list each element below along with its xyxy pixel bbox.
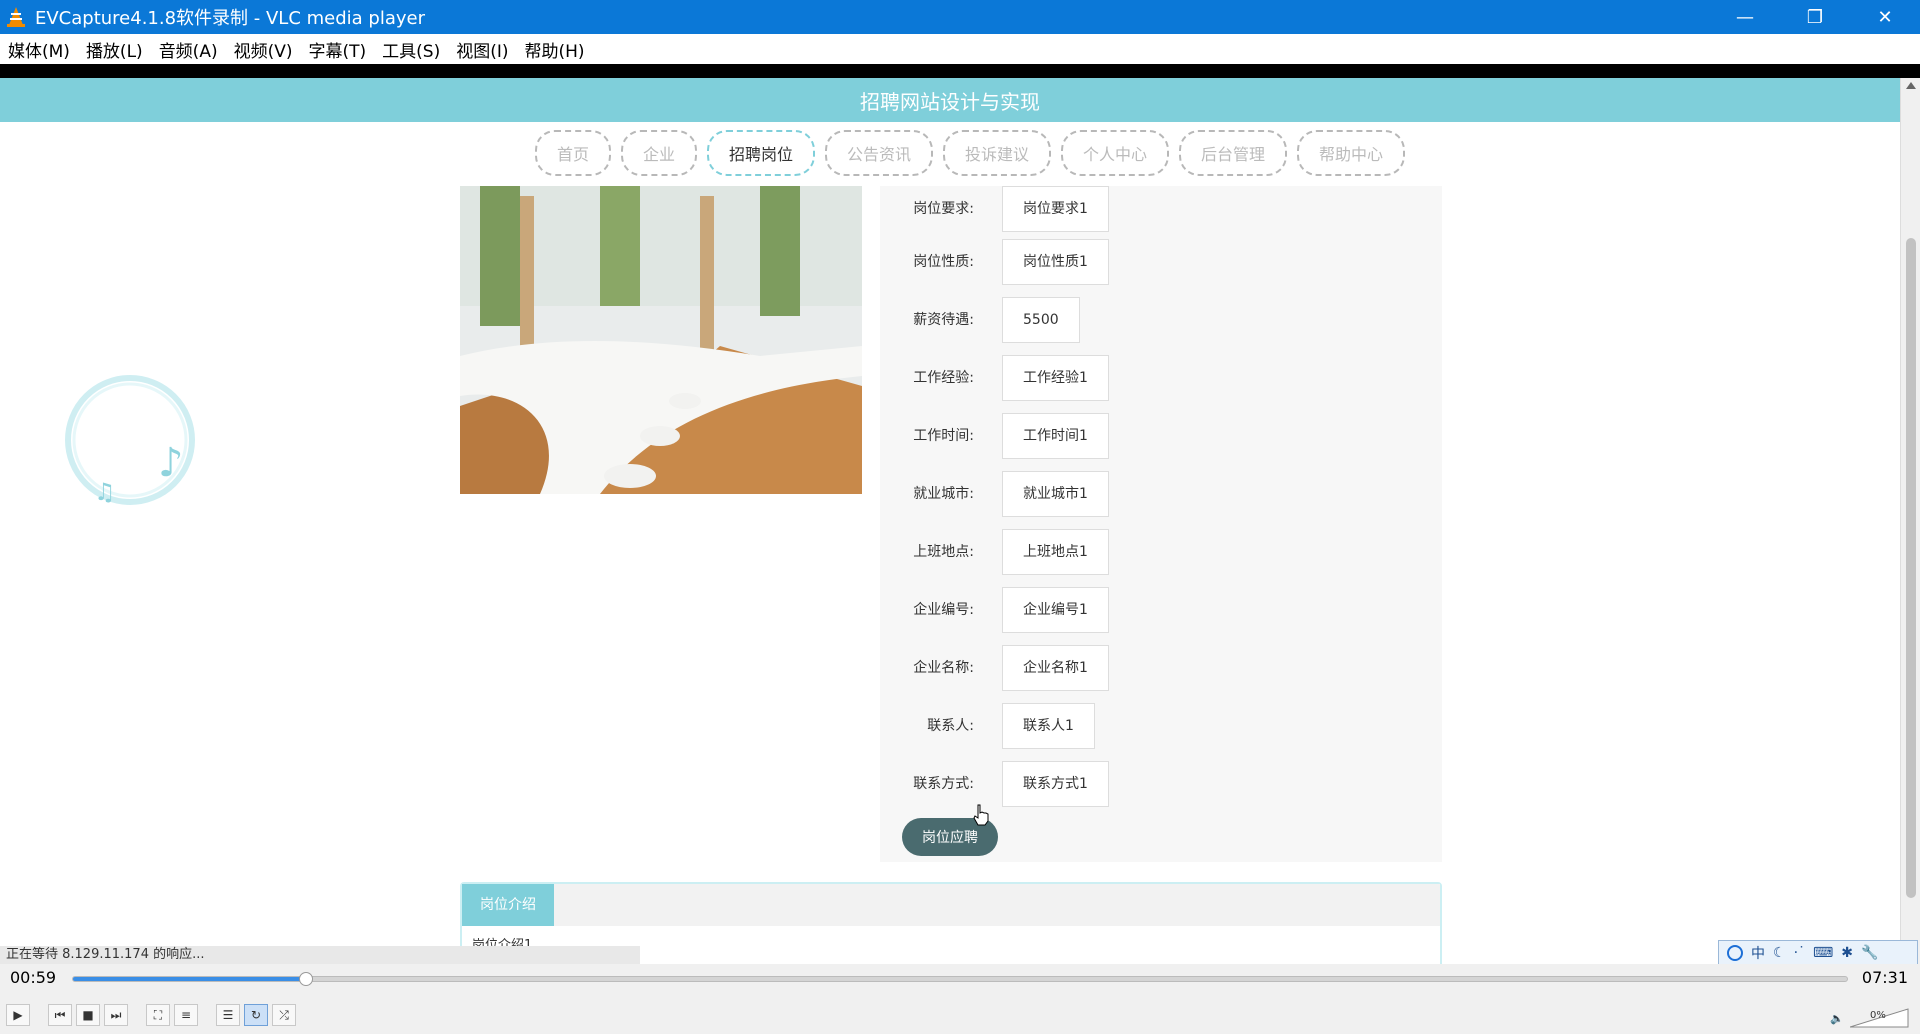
seek-bar[interactable] [72,972,1848,986]
field-work-time: 工作时间: 工作时间1 [880,413,1442,459]
playlist-icon[interactable]: ☰ [216,1004,240,1026]
ime-settings-icon[interactable]: ✱ [1841,945,1853,961]
seek-handle[interactable] [298,972,313,986]
vlc-cone-icon [7,7,25,27]
svg-text:♫: ♫ [94,478,116,506]
scroll-up-icon[interactable] [1906,82,1916,89]
shuffle-icon[interactable]: ⤮ [272,1004,296,1026]
site-title: 招聘网站设计与实现 [860,89,1040,114]
extended-settings-icon[interactable]: ≡ [174,1004,198,1026]
video-frame[interactable]: 招聘网站设计与实现 首页 企业 招聘岗位 公告资讯 投诉建议 个人中心 后台管理… [0,78,1920,964]
field-location: 上班地点: 上班地点1 [880,529,1442,575]
menu-playback[interactable]: 播放(L) [86,37,143,62]
volume-level: 0% [1870,1010,1886,1021]
field-contact-info: 联系方式: 联系方式1 [880,761,1442,807]
nav-admin[interactable]: 后台管理 [1179,130,1288,176]
loop-icon[interactable]: ↻ [244,1004,268,1026]
music-note-icon: ♪ ♫ [65,375,195,506]
menu-media[interactable]: 媒体(M) [8,37,70,62]
close-icon[interactable]: ✕ [1850,0,1920,34]
menu-audio[interactable]: 音频(A) [159,37,218,62]
field-company-name: 企业名称: 企业名称1 [880,645,1442,691]
nav-company[interactable]: 企业 [620,130,697,176]
hand-cursor-icon [973,804,989,826]
site-nav: 首页 企业 招聘岗位 公告资讯 投诉建议 个人中心 后台管理 帮助中心 [0,130,1900,176]
field-nature: 岗位性质: 岗位性质1 [880,239,1442,285]
ime-logo-icon[interactable] [1727,945,1743,961]
speaker-icon[interactable]: 🔈 [1830,1012,1844,1025]
field-requirement: 岗位要求: 岗位要求1 [880,186,1442,232]
ime-lang[interactable]: 中 [1751,943,1765,963]
nav-news[interactable]: 公告资讯 [824,130,933,176]
menu-tools[interactable]: 工具(S) [382,37,440,62]
player-controls: 00:59 07:31 ▶ ⏮ ■ ⏭ ⛶ ≡ ☰ ↻ ⤮ 🔈 0% [0,964,1920,1034]
window-title: EVCapture4.1.8软件录制 - VLC media player [35,8,425,29]
job-detail-panel: 岗位要求: 岗位要求1 岗位性质: 岗位性质1 薪资待遇: 5500 工作经验:… [880,186,1442,862]
field-salary: 薪资待遇: 5500 [880,297,1442,343]
menu-view[interactable]: 视图(I) [456,37,508,62]
site-header: 招聘网站设计与实现 [0,78,1900,122]
volume-control[interactable]: 🔈 0% [1830,1008,1910,1028]
field-city: 就业城市: 就业城市1 [880,471,1442,517]
moon-icon[interactable]: ☾ [1773,945,1786,961]
fullscreen-icon[interactable]: ⛶ [146,1004,170,1026]
stop-icon[interactable]: ■ [76,1004,100,1026]
nav-profile[interactable]: 个人中心 [1061,130,1170,176]
volume-slider[interactable]: 0% [1850,1008,1910,1028]
page-scrollbar[interactable] [1900,78,1920,964]
seek-progress [73,977,306,981]
menu-subtitle[interactable]: 字幕(T) [309,37,367,62]
browser-status: 正在等待 8.129.11.174 的响应... [0,946,640,964]
previous-icon[interactable]: ⏮ [48,1004,72,1026]
ime-toolbar[interactable]: 中 ☾ ·˙ ⌨ ✱ 🔧 [1718,940,1918,966]
nav-complaints[interactable]: 投诉建议 [943,130,1052,176]
nav-home[interactable]: 首页 [534,130,611,176]
field-contact-person: 联系人: 联系人1 [880,703,1442,749]
video-letterbox [0,64,1920,78]
field-experience: 工作经验: 工作经验1 [880,355,1442,401]
elapsed-time: 00:59 [10,968,57,987]
total-time: 07:31 [1861,968,1908,987]
menu-help[interactable]: 帮助(H) [525,37,585,62]
scrollbar-thumb[interactable] [1906,238,1916,898]
punctuation-icon[interactable]: ·˙ [1794,945,1805,961]
wrench-icon[interactable]: 🔧 [1861,945,1878,961]
nav-jobs[interactable]: 招聘岗位 [706,130,815,176]
job-photo [460,186,862,494]
minimize-icon[interactable]: — [1710,0,1780,34]
tab-job-intro[interactable]: 岗位介绍 [462,884,554,926]
play-icon[interactable]: ▶ [6,1004,30,1026]
menu-bar: 媒体(M) 播放(L) 音频(A) 视频(V) 字幕(T) 工具(S) 视图(I… [0,34,1920,64]
nav-help[interactable]: 帮助中心 [1297,130,1406,176]
field-company-id: 企业编号: 企业编号1 [880,587,1442,633]
window-titlebar: EVCapture4.1.8软件录制 - VLC media player — … [0,0,1920,34]
svg-text:♪: ♪ [158,440,184,486]
next-icon[interactable]: ⏭ [104,1004,128,1026]
keyboard-icon[interactable]: ⌨ [1813,945,1833,961]
restore-icon[interactable]: ❐ [1780,0,1850,34]
menu-video[interactable]: 视频(V) [234,37,293,62]
